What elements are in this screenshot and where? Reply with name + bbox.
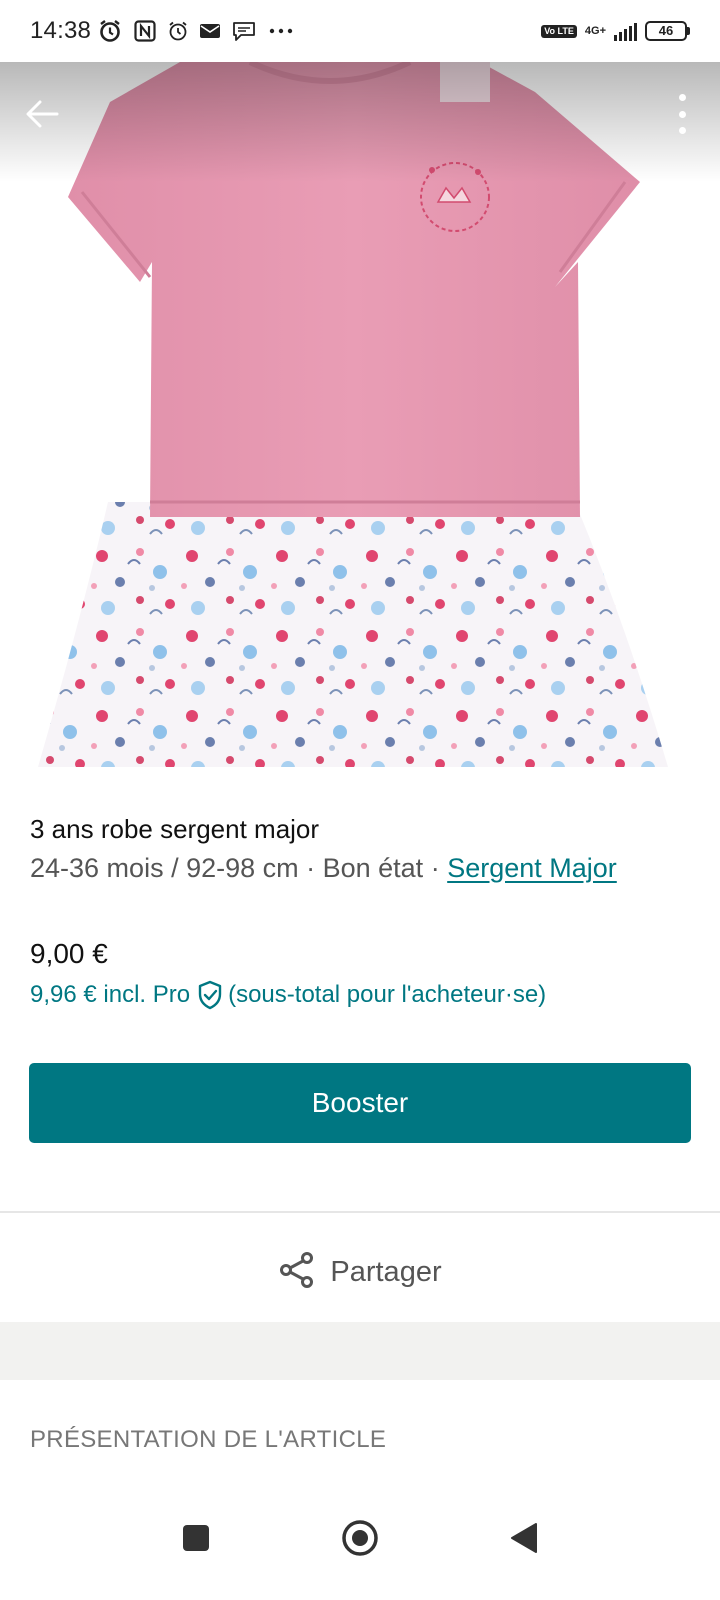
- chat-icon: [231, 19, 257, 43]
- item-size-condition: 24-36 mois / 92-98 cm · Bon état ·: [30, 853, 448, 883]
- booster-button[interactable]: Booster: [29, 1063, 691, 1143]
- product-photo[interactable]: [0, 62, 720, 782]
- share-button[interactable]: Partager: [0, 1222, 720, 1322]
- buyer-price[interactable]: 9,96 € incl. Pro (sous-total pour l'ache…: [30, 980, 546, 1010]
- volte-icon: Vo LTE: [541, 24, 577, 38]
- home-button[interactable]: [338, 1518, 382, 1562]
- item-price: 9,00 €: [30, 938, 108, 969]
- share-label: Partager: [330, 1255, 442, 1288]
- shield-check-icon: [196, 980, 224, 1010]
- item-meta: 24-36 mois / 92-98 cm · Bon état · Serge…: [30, 848, 690, 888]
- notification-icons: [97, 18, 295, 44]
- item-details: 3 ans robe sergent major 24-36 mois / 92…: [30, 812, 690, 888]
- more-notifications-icon: [267, 27, 295, 35]
- status-time: 14:38: [30, 17, 92, 44]
- section-title: PRÉSENTATION DE L'ARTICLE: [30, 1426, 387, 1453]
- alarm-clock-icon: [97, 18, 123, 44]
- battery-level: 46: [645, 21, 687, 41]
- buyer-price-value: 9,96 € incl. Pro: [30, 981, 191, 1008]
- triangle-back-icon: [509, 1522, 539, 1559]
- network-type: 4G+: [584, 25, 606, 37]
- more-options-button[interactable]: [672, 92, 692, 136]
- status-bar: 14:38 Vo LTE 4G+ 46: [0, 0, 720, 62]
- section-separator: [0, 1322, 720, 1380]
- system-nav-bar: [0, 1480, 720, 1600]
- status-indicators: Vo LTE 4G+ 46: [541, 21, 690, 41]
- nfc-icon: [133, 19, 157, 43]
- divider: [0, 1211, 720, 1213]
- back-nav-button[interactable]: [502, 1518, 546, 1562]
- buyer-price-note: (sous-total pour l'acheteur·se): [228, 981, 547, 1008]
- back-button[interactable]: [20, 92, 64, 136]
- battery-icon: 46: [645, 21, 690, 41]
- alarm-icon: [167, 20, 189, 42]
- brand-link[interactable]: Sergent Major: [447, 853, 617, 883]
- signal-icon: [614, 21, 637, 41]
- item-title: 3 ans robe sergent major: [30, 814, 320, 844]
- square-icon: [182, 1524, 210, 1557]
- dress-image: [0, 62, 720, 782]
- home-circle-icon: [341, 1519, 379, 1562]
- arrow-left-icon: [25, 99, 59, 129]
- recents-button[interactable]: [174, 1518, 218, 1562]
- more-vertical-icon: [678, 94, 686, 101]
- mail-icon: [199, 22, 221, 40]
- share-icon: [278, 1251, 316, 1294]
